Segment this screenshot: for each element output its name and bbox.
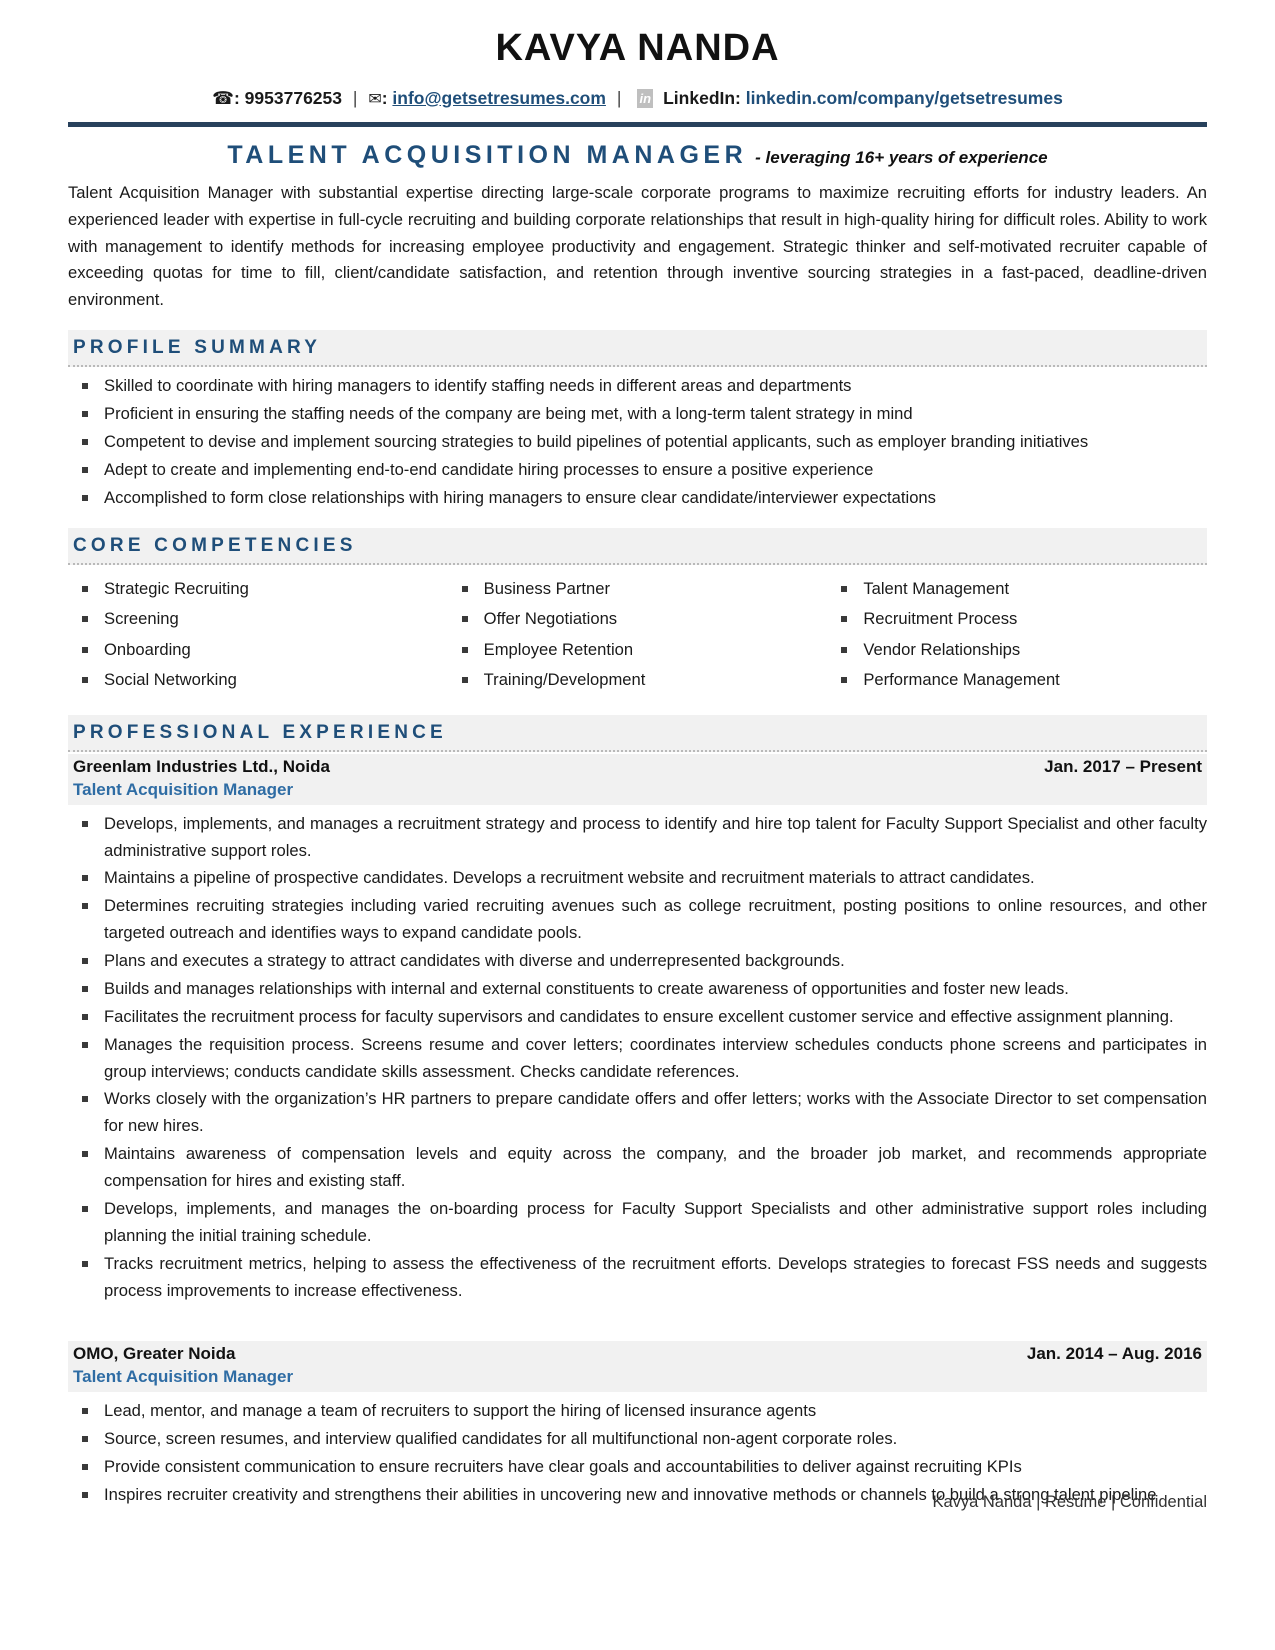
list-item: Performance Management [827, 668, 1207, 693]
professional-summary-paragraph: Talent Acquisition Manager with substant… [68, 182, 1207, 310]
header-divider-rule [68, 121, 1207, 127]
list-item: Proficient in ensuring the staffing need… [68, 401, 1207, 428]
list-item: Offer Negotiations [448, 607, 828, 632]
resume-page: KAVYA NANDA ☎: 9953776253 | ✉: info@gets… [0, 0, 1275, 1650]
list-item: Onboarding [68, 638, 448, 663]
linkedin-icon: in [637, 88, 654, 108]
list-item: Talent Management [827, 577, 1207, 602]
list-item: Works closely with the organization’s HR… [68, 1086, 1207, 1140]
page-footer: Kavya Nanda | Resume | Confidential [932, 1493, 1207, 1511]
contact-line: ☎: 9953776253 | ✉: info@getsetresumes.co… [68, 88, 1207, 109]
core-competencies-column-2: Business Partner Offer Negotiations Empl… [448, 577, 828, 699]
list-item: Social Networking [68, 668, 448, 693]
contact-separator-1: | [352, 87, 358, 108]
email-link[interactable]: info@getsetresumes.com [392, 88, 606, 108]
list-item: Maintains a pipeline of prospective cand… [68, 865, 1207, 892]
list-item: Builds and manages relationships with in… [68, 976, 1207, 1003]
profile-summary-list: Skilled to coordinate with hiring manage… [68, 373, 1207, 511]
list-item: Source, screen resumes, and interview qu… [68, 1426, 1207, 1453]
core-competencies-grid: Strategic Recruiting Screening Onboardin… [68, 577, 1207, 699]
linkedin-url-link[interactable]: linkedin.com/company/getsetresumes [746, 88, 1063, 108]
list-item: Tracks recruitment metrics, helping to a… [68, 1251, 1207, 1305]
list-item: Facilitates the recruitment process for … [68, 1004, 1207, 1031]
list-item: Lead, mentor, and manage a team of recru… [68, 1398, 1207, 1425]
mail-colon: : [381, 87, 388, 108]
job-company: OMO, Greater Noida [73, 1344, 236, 1364]
linkedin-label: LinkedIn: [663, 87, 741, 108]
headline-title: TALENT ACQUISITION MANAGER [227, 140, 748, 169]
section-heading-profile-summary: PROFILE SUMMARY [68, 330, 1207, 368]
envelope-icon: ✉ [368, 88, 382, 108]
job-bullets: Develops, implements, and manages a recr… [68, 811, 1207, 1305]
job-dates: Jan. 2014 – Aug. 2016 [1026, 1344, 1202, 1364]
list-item: Develops, implements, and manages a recr… [68, 811, 1207, 865]
list-item: Develops, implements, and manages the on… [68, 1196, 1207, 1250]
headline-subtitle: - leveraging 16+ years of experience [755, 147, 1048, 167]
list-item: Vendor Relationships [827, 638, 1207, 663]
job-header: Greenlam Industries Ltd., Noida Jan. 201… [68, 753, 1207, 779]
list-item: Training/Development [448, 668, 828, 693]
section-heading-professional-experience: PROFESSIONAL EXPERIENCE [68, 714, 1207, 752]
job-spacer [68, 1305, 1207, 1333]
list-item: Provide consistent communication to ensu… [68, 1454, 1207, 1481]
job-dates: Jan. 2017 – Present [1044, 756, 1202, 776]
phone-number: : 9953776253 [233, 87, 343, 108]
contact-separator-2: | [616, 87, 622, 108]
list-item: Competent to devise and implement sourci… [68, 429, 1207, 456]
list-item: Accomplished to form close relationships… [68, 485, 1207, 512]
job-company: Greenlam Industries Ltd., Noida [73, 756, 330, 776]
core-competencies-column-3: Talent Management Recruitment Process Ve… [827, 577, 1207, 699]
list-item: Business Partner [448, 577, 828, 602]
core-competencies-column-1: Strategic Recruiting Screening Onboardin… [68, 577, 448, 699]
phone-icon: ☎ [212, 88, 234, 109]
list-item: Screening [68, 607, 448, 632]
list-item: Plans and executes a strategy to attract… [68, 948, 1207, 975]
list-item: Maintains awareness of compensation leve… [68, 1141, 1207, 1195]
list-item: Recruitment Process [827, 607, 1207, 632]
job-header: OMO, Greater Noida Jan. 2014 – Aug. 2016 [68, 1341, 1207, 1367]
list-item: Adept to create and implementing end-to-… [68, 457, 1207, 484]
list-item: Manages the requisition process. Screens… [68, 1032, 1207, 1086]
list-item: Skilled to coordinate with hiring manage… [68, 373, 1207, 400]
headline: TALENT ACQUISITION MANAGER - leveraging 1… [68, 141, 1207, 170]
list-item: Determines recruiting strategies includi… [68, 893, 1207, 947]
job-title: Talent Acquisition Manager [68, 1366, 1207, 1393]
job-title: Talent Acquisition Manager [68, 778, 1207, 805]
section-heading-core-competencies: CORE COMPETENCIES [68, 527, 1207, 565]
list-item: Employee Retention [448, 638, 828, 663]
list-item: Strategic Recruiting [68, 577, 448, 602]
candidate-name: KAVYA NANDA [495, 27, 780, 69]
